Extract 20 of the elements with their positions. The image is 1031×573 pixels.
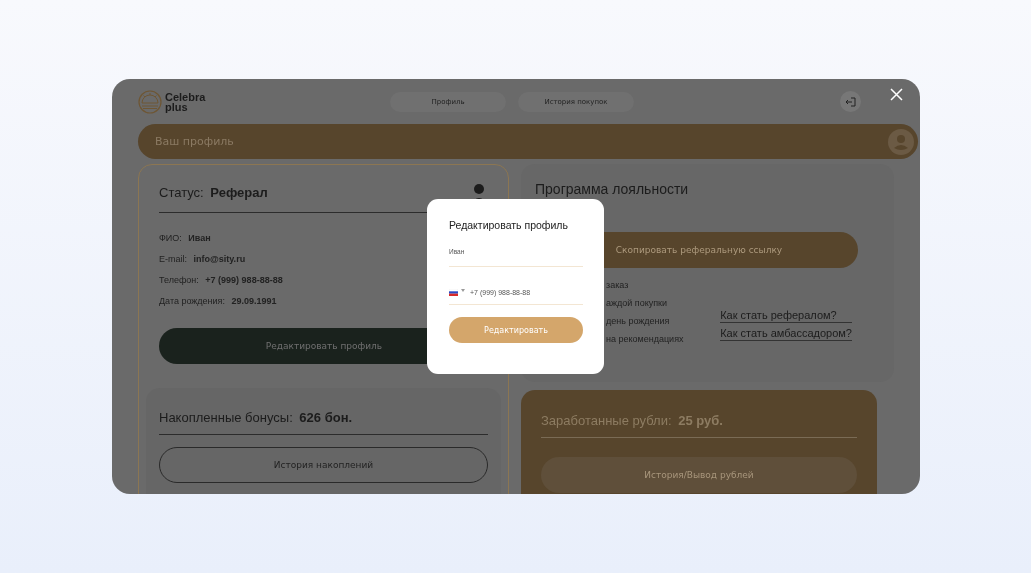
status-text: Статус: Реферал — [159, 185, 268, 200]
dropdown-caret-icon — [461, 289, 465, 292]
benefit-text: заказ — [606, 279, 630, 292]
dialog-title: Редактировать профиль — [449, 219, 569, 231]
logo-text: Celebra plus — [165, 91, 206, 112]
loyalty-title: Программа лояльности — [535, 181, 690, 197]
russia-flag-icon — [449, 289, 458, 296]
benefit-text: аждой покупки — [606, 297, 669, 310]
bonus-text: Накопленные бонусы: 626 бон. — [159, 410, 353, 425]
info-link[interactable]: Как стать рефералом? — [720, 308, 852, 323]
benefit-text: день рождения — [606, 315, 671, 328]
submit-button[interactable]: Редактировать — [449, 317, 583, 343]
avatar-icon — [888, 128, 914, 155]
close-icon[interactable] — [890, 88, 903, 101]
logout-icon — [845, 96, 856, 107]
withdraw-button[interactable]: История/Вывод рублей — [541, 457, 857, 493]
profile-field: ФИО: Иван — [159, 232, 488, 245]
info-link[interactable]: Как стать амбассадором? — [720, 326, 852, 341]
profile-field: Телефон: +7 (999) 988-88-88 — [159, 274, 488, 287]
sun-logo-icon — [138, 89, 162, 114]
